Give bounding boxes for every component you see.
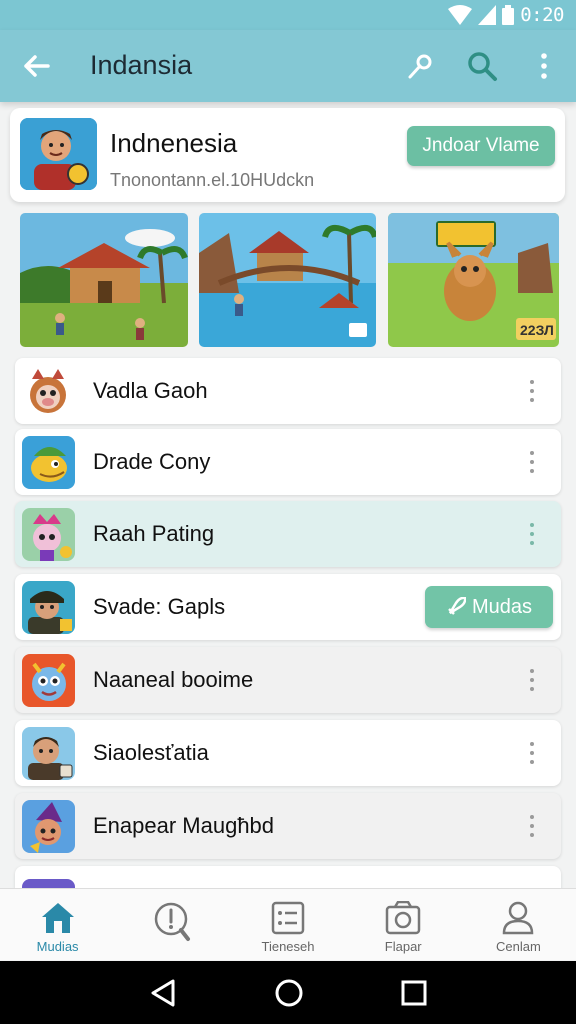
more-options-icon[interactable] (519, 519, 545, 549)
more-options-icon[interactable] (519, 738, 545, 768)
banner-village[interactable] (20, 213, 188, 347)
banner-character[interactable]: 22ЗЛ (388, 213, 559, 347)
pin-button[interactable] (402, 46, 438, 86)
featured-app-action-button[interactable]: Jndoar Vlame (407, 126, 555, 166)
man-character-icon (22, 727, 75, 780)
banner-badge: 22ЗЛ (520, 322, 554, 338)
status-bar: 0:20 (0, 0, 576, 30)
row-action-button[interactable]: Mudas (425, 586, 553, 628)
list-item[interactable]: Drade Cony (15, 429, 561, 495)
page-title: Indansia (90, 50, 193, 80)
more-options-icon[interactable] (519, 811, 545, 841)
profile-icon (503, 901, 534, 935)
list-item-label: Siaolesťatia (93, 740, 209, 765)
list-item[interactable]: Svade: Gapls Mudas (15, 574, 561, 640)
nav-item-list[interactable]: Tieneseh (230, 889, 345, 960)
list-item-label: Vadla Gaoh (93, 378, 208, 403)
nav-item-label: Mudias (36, 939, 79, 954)
nav-item-camera[interactable]: Flapar (346, 889, 461, 960)
featured-app-card[interactable]: Indnenesia Tnonontann.el.10HUdckn Jndoar… (10, 108, 565, 202)
list-item-icon (22, 581, 75, 634)
recents-square-icon[interactable] (401, 980, 427, 1006)
search-button[interactable] (464, 46, 500, 86)
more-vertical-icon (541, 53, 547, 79)
featured-app-thumbnail (20, 118, 97, 190)
pin-icon (408, 54, 432, 79)
village-scene-image (20, 213, 188, 347)
search-info-icon (154, 902, 190, 941)
battery-icon (502, 5, 515, 25)
arrow-left-icon (24, 55, 50, 77)
bridge-scene-image (199, 213, 376, 347)
more-options-icon[interactable] (519, 376, 545, 406)
lizard-character-icon (22, 436, 75, 489)
list-item[interactable]: Enapear Maugħbd (15, 793, 561, 859)
status-time: 0:20 (520, 4, 564, 26)
list-item-label: Naaneal booime (93, 667, 254, 692)
monster-character-icon (22, 654, 75, 707)
nav-item-home[interactable]: Mudias (0, 889, 115, 960)
featured-app-name: Indnenesia (110, 128, 238, 158)
home-circle-icon[interactable] (274, 978, 304, 1008)
nav-item-label: Flapar (384, 939, 422, 954)
nav-item-search-info[interactable] (115, 889, 230, 960)
signal-icon (478, 5, 497, 25)
list-item-label: Enapear Maugħbd (93, 813, 275, 838)
list-item-icon (22, 508, 75, 561)
list-item-icon (22, 365, 75, 418)
list-item[interactable]: Vadla Gaoh (15, 358, 561, 424)
back-button[interactable] (18, 48, 54, 84)
list-item-icon (22, 436, 75, 489)
more-options-icon[interactable] (519, 447, 545, 477)
list-icon (271, 901, 305, 935)
system-navigation-bar (0, 961, 576, 1024)
featured-app-subtitle: Tnonontann.el.10HUdckn (110, 170, 315, 190)
list-item-label: Raah Pating (93, 521, 215, 546)
nav-item-label: Tieneseh (261, 939, 315, 954)
pig-character-icon (22, 365, 75, 418)
overflow-menu-button[interactable] (526, 46, 562, 86)
search-icon (468, 52, 497, 81)
bottom-navigation: Mudias Tieneseh Flapar Cenlam (0, 888, 576, 960)
app-bar: Indansia (0, 30, 576, 102)
banner-carousel[interactable]: 22ЗЛ (20, 213, 560, 347)
princess-character-icon (22, 508, 75, 561)
pirate-character-icon (22, 581, 75, 634)
witch-character-icon (22, 800, 75, 853)
nav-item-profile[interactable]: Cenlam (461, 889, 576, 960)
back-triangle-icon[interactable] (149, 978, 177, 1008)
animal-scene-image: 22ЗЛ (388, 213, 559, 347)
camera-icon (385, 901, 421, 935)
man-character-icon (20, 118, 97, 190)
list-item-icon (22, 727, 75, 780)
list-item-partial[interactable] (15, 866, 561, 890)
banner-bridge[interactable] (199, 213, 376, 347)
nav-item-label: Cenlam (496, 939, 541, 954)
row-action-label: Mudas (471, 595, 533, 618)
list-item-icon (22, 800, 75, 853)
list-item-label: Drade Cony (93, 449, 211, 474)
list-item[interactable]: Naaneal booime (15, 647, 561, 713)
home-icon (41, 903, 74, 933)
list-item[interactable]: Raah Pating (15, 501, 561, 567)
wifi-icon (448, 5, 473, 25)
list-item[interactable]: Siaolesťatia (15, 720, 561, 786)
list-item-label: Svade: Gapls (93, 594, 226, 619)
more-options-icon[interactable] (519, 665, 545, 695)
rocket-icon (448, 597, 466, 615)
list-item-icon (22, 654, 75, 707)
